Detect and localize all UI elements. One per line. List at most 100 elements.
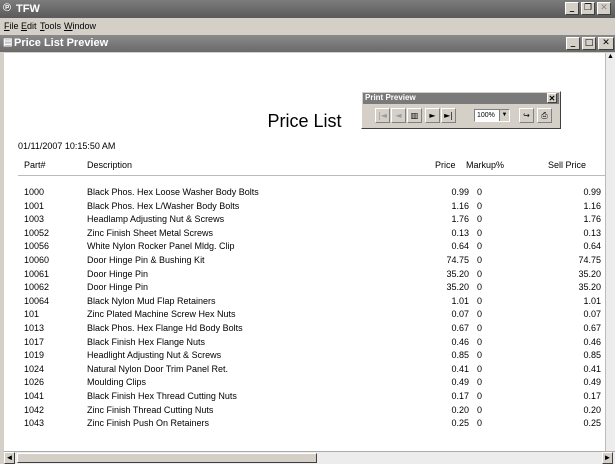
price-list-rows: 1000 Black Phos. Hex Loose Washer Body Bo… xyxy=(4,187,605,432)
cell-price: 35.20 xyxy=(446,268,469,279)
cell-description: Black Nylon Mud Flap Retainers xyxy=(87,295,216,306)
zoom-select[interactable]: 100% ▼ xyxy=(474,109,510,122)
cell-markup: 0 xyxy=(477,214,483,225)
cell-markup: 0 xyxy=(477,227,483,238)
cell-markup: 0 xyxy=(477,241,483,252)
cell-sell-price: 1.01 xyxy=(583,295,601,306)
cell-part: 10052 xyxy=(24,227,50,238)
table-row: 1017 Black Finish Hex Flange Nuts 0.46 0 0.4… xyxy=(4,337,605,351)
print-icon[interactable]: ⎙ xyxy=(537,108,552,123)
vertical-scrollbar[interactable]: ▲ xyxy=(605,53,615,451)
app-window: ℗ TFW _ ❐ ✕ File Edit Tools Window ▤ Pri… xyxy=(0,0,615,464)
table-row: 1013 Black Phos. Hex Flange Hd Body Bolts… xyxy=(4,323,605,337)
table-row: 10064 Black Nylon Mud Flap Retainers 1.01 0… xyxy=(4,296,605,310)
cell-markup: 0 xyxy=(477,295,483,306)
scroll-up-icon[interactable]: ▲ xyxy=(606,53,615,63)
table-row: 1003 Headlamp Adjusting Nut & Screws 1.76 0… xyxy=(4,214,605,228)
minimize-icon[interactable]: _ xyxy=(565,2,579,15)
cell-price: 35.20 xyxy=(446,282,469,293)
cell-markup: 0 xyxy=(477,254,483,265)
child-title-bar[interactable]: ▤ Price List Preview _ □ ✕ xyxy=(0,35,615,52)
child-minimize-icon[interactable]: _ xyxy=(566,37,580,50)
table-row: 10062 Door Hinge Pin 35.20 0 35.20 xyxy=(4,282,605,296)
cell-part: 10056 xyxy=(24,241,50,252)
export-icon[interactable]: ↪ xyxy=(519,108,534,123)
cell-price: 0.25 xyxy=(451,418,469,429)
child-close-icon[interactable]: ✕ xyxy=(598,37,614,50)
cell-price: 0.85 xyxy=(451,350,469,361)
next-page-icon[interactable]: ► xyxy=(425,108,440,123)
app-title: TFW xyxy=(16,3,40,15)
menu-window[interactable]: Window xyxy=(64,21,96,31)
cell-sell-price: 0.41 xyxy=(583,363,601,374)
table-row: 1043 Zinc Finish Push On Retainers 0.25 0 0.… xyxy=(4,418,605,432)
print-preview-toolbar: Print Preview ✕ |◄ ◄ ▥ ► ►| 100% ▼ ↪ ⎙ xyxy=(361,91,561,129)
cell-part: 1001 xyxy=(24,200,45,211)
table-row: 101 Zinc Plated Machine Screw Hex Nuts 0.0… xyxy=(4,309,605,323)
cell-part: 10060 xyxy=(24,254,50,265)
cell-markup: 0 xyxy=(477,418,483,429)
table-row: 1042 Zinc Finish Thread Cutting Nuts 0.20 0… xyxy=(4,405,605,419)
cell-part: 1000 xyxy=(24,187,45,197)
previous-page-icon[interactable]: ◄ xyxy=(391,108,406,123)
cell-part: 1043 xyxy=(24,418,45,429)
cell-price: 1.16 xyxy=(451,200,469,211)
close-icon[interactable]: ✕ xyxy=(597,2,611,15)
cell-markup: 0 xyxy=(477,187,483,197)
horizontal-scroll-thumb[interactable] xyxy=(17,453,317,463)
print-preview-title-bar[interactable]: Print Preview ✕ xyxy=(363,93,559,104)
first-page-icon[interactable]: |◄ xyxy=(375,108,390,123)
menu-bar: File Edit Tools Window xyxy=(0,18,615,35)
table-row: 1026 Moulding Clips 0.49 0 0.49 xyxy=(4,377,605,391)
print-preview-close-icon[interactable]: ✕ xyxy=(547,93,557,103)
menu-edit[interactable]: Edit xyxy=(21,21,37,31)
document-icon: ▤ xyxy=(3,37,13,48)
last-page-icon[interactable]: ►| xyxy=(441,108,456,123)
restore-icon[interactable]: ❐ xyxy=(581,2,595,15)
cell-description: Zinc Finish Sheet Metal Screws xyxy=(87,227,214,238)
horizontal-scrollbar[interactable]: ◄ ► xyxy=(4,451,615,464)
cell-price: 0.17 xyxy=(451,390,469,401)
cell-sell-price: 0.67 xyxy=(583,322,601,333)
header-sell-price: Sell Price xyxy=(548,160,587,170)
multi-page-icon[interactable]: ▥ xyxy=(407,108,422,123)
cell-price: 0.13 xyxy=(451,227,469,238)
cell-part: 101 xyxy=(24,309,40,320)
cell-price: 0.49 xyxy=(451,377,469,388)
app-title-bar[interactable]: ℗ TFW _ ❐ ✕ xyxy=(0,0,615,18)
cell-part: 1041 xyxy=(24,390,45,401)
cell-sell-price: 0.85 xyxy=(583,350,601,361)
cell-sell-price: 35.20 xyxy=(578,282,601,293)
cell-sell-price: 0.17 xyxy=(583,390,601,401)
menu-tools[interactable]: Tools xyxy=(40,21,61,31)
table-row: 10052 Zinc Finish Sheet Metal Screws 0.13 0… xyxy=(4,228,605,242)
cell-description: Headlight Adjusting Nut & Screws xyxy=(87,350,222,361)
cell-description: Black Phos. Hex Loose Washer Body Bolts xyxy=(87,187,259,197)
cell-part: 1026 xyxy=(24,377,45,388)
cell-description: Door Hinge Pin & Bushing Kit xyxy=(87,254,205,265)
scroll-left-icon[interactable]: ◄ xyxy=(4,452,15,464)
cell-sell-price: 35.20 xyxy=(578,268,601,279)
cell-part: 1042 xyxy=(24,404,45,415)
cell-part: 1017 xyxy=(24,336,45,347)
header-price: Price xyxy=(435,160,456,170)
table-row: 1024 Natural Nylon Door Trim Panel Ret. 0.… xyxy=(4,364,605,378)
price-list-preview-window: ▤ Price List Preview _ □ ✕ Price List 01… xyxy=(0,35,615,464)
cell-description: Door Hinge Pin xyxy=(87,268,149,279)
cell-description: Door Hinge Pin xyxy=(87,282,149,293)
child-maximize-icon[interactable]: □ xyxy=(582,37,596,50)
scroll-right-icon[interactable]: ► xyxy=(602,452,613,464)
cell-description: Headlamp Adjusting Nut & Screws xyxy=(87,214,225,225)
cell-price: 0.64 xyxy=(451,241,469,252)
zoom-dropdown-icon[interactable]: ▼ xyxy=(499,110,509,121)
cell-description: Zinc Finish Thread Cutting Nuts xyxy=(87,404,214,415)
cell-price: 0.67 xyxy=(451,322,469,333)
menu-file[interactable]: File xyxy=(4,21,19,31)
child-title: Price List Preview xyxy=(14,37,109,49)
cell-sell-price: 0.99 xyxy=(583,187,601,197)
cell-part: 10061 xyxy=(24,268,50,279)
table-row: 1001 Black Phos. Hex L/Washer Body Bolts 1… xyxy=(4,201,605,215)
cell-description: Moulding Clips xyxy=(87,377,147,388)
cell-markup: 0 xyxy=(477,322,483,333)
cell-description: Zinc Plated Machine Screw Hex Nuts xyxy=(87,309,236,320)
